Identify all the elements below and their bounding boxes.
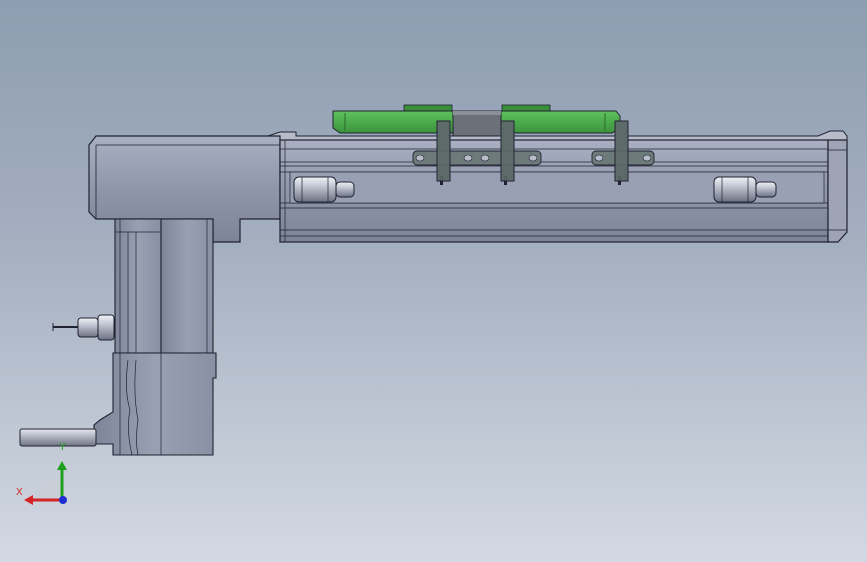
triad-x-label: X	[16, 487, 23, 498]
sensor-bracket-2-front	[500, 120, 515, 182]
z-axis-dot	[59, 496, 67, 504]
graphics-viewport[interactable]: X Y	[0, 0, 867, 562]
sensor-plate-left[interactable]	[412, 150, 542, 166]
axis-triad	[24, 461, 67, 505]
connector-fitting[interactable]	[52, 314, 115, 341]
carriage-plate[interactable]	[332, 104, 621, 138]
linear-actuator-model[interactable]	[0, 0, 867, 562]
sensor-bracket-3-front	[614, 120, 629, 182]
y-axis-arrowhead	[57, 461, 67, 470]
x-axis-arrowhead	[24, 495, 33, 505]
sensor-bracket-1-front	[436, 120, 451, 182]
motor-shaft[interactable]	[19, 428, 97, 447]
triad-y-label: Y	[59, 442, 66, 453]
